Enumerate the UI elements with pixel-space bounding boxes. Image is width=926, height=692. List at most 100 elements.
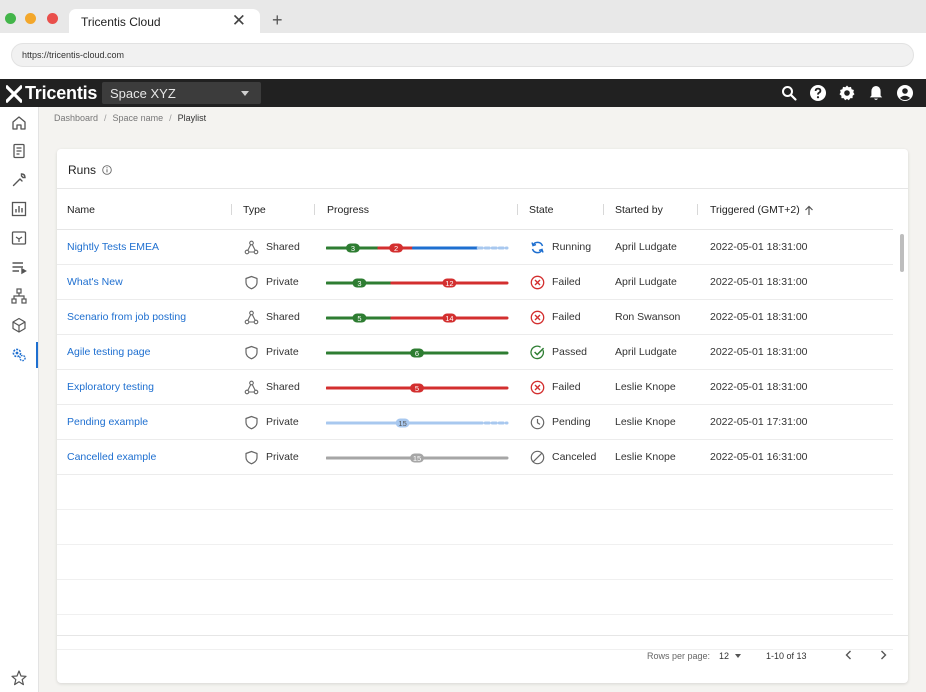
progress-count-label: 5: [415, 384, 419, 393]
private-shield-icon: [245, 450, 258, 465]
runs-title-text: Runs: [68, 163, 97, 177]
run-started-by: April Ludgate: [615, 276, 677, 288]
favorites-icon[interactable]: [10, 669, 28, 687]
analytics-icon[interactable]: [10, 200, 28, 218]
breadcrumb: Dashboard / Space name / Playlist: [54, 113, 206, 123]
run-triggered-time: 2022-05-01 18:31:00: [710, 381, 808, 393]
failed-icon: [530, 310, 545, 325]
address-bar[interactable]: https://tricentis-cloud.com: [11, 43, 914, 67]
run-triggered-time: 2022-05-01 18:31:00: [710, 276, 808, 288]
runs-title: Runs: [68, 163, 112, 177]
space-selector[interactable]: Space XYZ: [102, 82, 261, 104]
footer-divider: [57, 635, 908, 636]
empty-table-row: [57, 510, 893, 545]
url-text[interactable]: https://tricentis-cloud.com: [22, 50, 124, 60]
progress-bar: 6: [326, 348, 509, 358]
private-shield-icon: [245, 345, 258, 360]
runs-table-body: Nightly Tests EMEA Shared 3 2 Running April L…: [57, 230, 893, 650]
settings-icon[interactable]: [838, 84, 856, 102]
tools-icon[interactable]: [10, 171, 28, 189]
chevron-down-icon: [241, 91, 249, 96]
logo-text: Tricentis: [25, 83, 98, 103]
close-tab-icon[interactable]: ✕: [232, 12, 246, 29]
table-row[interactable]: Agile testing page Private 6 Passed April Lu…: [57, 335, 893, 370]
home-icon[interactable]: [10, 114, 28, 132]
table-row[interactable]: Scenario from job posting Shared 5 14 Failed…: [57, 300, 893, 335]
run-name-link[interactable]: What's New: [67, 276, 123, 288]
run-started-by: April Ludgate: [615, 241, 677, 253]
browser-tab[interactable]: Tricentis Cloud ✕: [69, 9, 260, 33]
column-header-type[interactable]: Type: [243, 204, 266, 216]
browser-tabstrip: Tricentis Cloud ✕ +: [0, 0, 926, 33]
sort-ascending-icon[interactable]: [804, 205, 814, 216]
progress-count-label: 5: [357, 314, 361, 323]
run-started-by: Leslie Knope: [615, 381, 676, 393]
rows-per-page-label: Rows per page:: [647, 651, 711, 661]
failed-icon: [530, 380, 545, 395]
run-name-link[interactable]: Agile testing page: [67, 346, 150, 358]
breadcrumb-dashboard[interactable]: Dashboard: [54, 113, 98, 123]
table-row[interactable]: Pending example Private 15 Pending Leslie Kn…: [57, 405, 893, 440]
rows-per-page-select[interactable]: 12: [719, 651, 729, 661]
progress-bar: 5 14: [326, 313, 509, 323]
run-type: Shared: [266, 381, 300, 393]
column-header-state[interactable]: State: [529, 204, 554, 216]
tricentis-logo-icon: [6, 84, 22, 103]
private-shield-icon: [245, 415, 258, 430]
running-sync-icon: [531, 241, 544, 254]
run-name-link[interactable]: Exploratory testing: [67, 381, 154, 393]
progress-bar: 32: [326, 243, 509, 253]
address-bar-row: https://tricentis-cloud.com: [0, 33, 926, 79]
runs-card: Runs Name Type Progress State Started by…: [57, 149, 908, 683]
settings-gears-icon[interactable]: [10, 345, 28, 363]
run-state: Running: [552, 241, 592, 253]
run-name-link[interactable]: Scenario from job posting: [67, 311, 186, 323]
table-row[interactable]: Cancelled example Private 15 Canceled Leslie…: [57, 440, 893, 475]
shared-icon: [244, 380, 259, 395]
column-header-triggered-label: Triggered (GMT+2): [710, 204, 800, 216]
shared-icon: [244, 240, 259, 255]
cube-icon[interactable]: [10, 316, 28, 334]
tricentis-logo[interactable]: Tricentis: [6, 83, 97, 104]
table-row[interactable]: What's New Private 3 12 Failed April Ludgate 2…: [57, 265, 893, 300]
column-separator: [697, 204, 698, 215]
account-icon[interactable]: [896, 84, 914, 102]
new-tab-button[interactable]: +: [272, 11, 283, 29]
column-header-started-by[interactable]: Started by: [615, 204, 663, 216]
vertical-scrollbar[interactable]: [900, 234, 904, 272]
rail-active-indicator: [36, 342, 38, 368]
breadcrumb-playlist: Playlist: [177, 113, 207, 123]
main-content: Dashboard / Space name / Playlist Runs N…: [39, 107, 926, 692]
window-minimize-button[interactable]: [25, 13, 36, 24]
hierarchy-icon[interactable]: [10, 287, 28, 305]
package-icon[interactable]: [10, 229, 28, 247]
progress-bar: 15: [326, 418, 509, 428]
progress-count-label: 6: [415, 349, 419, 358]
column-header-triggered[interactable]: Triggered (GMT+2): [710, 204, 814, 216]
progress-count-label: 15: [398, 419, 406, 428]
window-close-button[interactable]: [47, 13, 58, 24]
notifications-icon[interactable]: [867, 84, 885, 102]
column-separator: [603, 204, 604, 215]
help-icon[interactable]: [809, 84, 827, 102]
column-header-progress[interactable]: Progress: [327, 204, 369, 216]
table-row[interactable]: Nightly Tests EMEA Shared 3 2 Running April L…: [57, 230, 893, 265]
run-name-link[interactable]: Pending example: [67, 416, 148, 428]
window-maximize-button[interactable]: [5, 13, 16, 24]
chevron-down-icon[interactable]: [735, 654, 741, 658]
documents-icon[interactable]: [10, 142, 28, 160]
app-header: Tricentis Space XYZ: [0, 79, 926, 107]
previous-page-icon[interactable]: [842, 648, 856, 662]
queue-icon[interactable]: [10, 258, 28, 276]
info-icon[interactable]: [102, 165, 112, 175]
column-header-name[interactable]: Name: [67, 204, 95, 216]
search-icon[interactable]: [780, 84, 798, 102]
breadcrumb-separator: /: [169, 113, 172, 123]
run-name-link[interactable]: Nightly Tests EMEA: [67, 241, 159, 253]
next-page-icon[interactable]: [876, 648, 890, 662]
run-started-by: Leslie Knope: [615, 416, 676, 428]
run-started-by: Ron Swanson: [615, 311, 681, 323]
breadcrumb-space-name[interactable]: Space name: [113, 113, 164, 123]
table-row[interactable]: Exploratory testing Shared 5 Failed Leslie K…: [57, 370, 893, 405]
run-name-link[interactable]: Cancelled example: [67, 451, 156, 463]
